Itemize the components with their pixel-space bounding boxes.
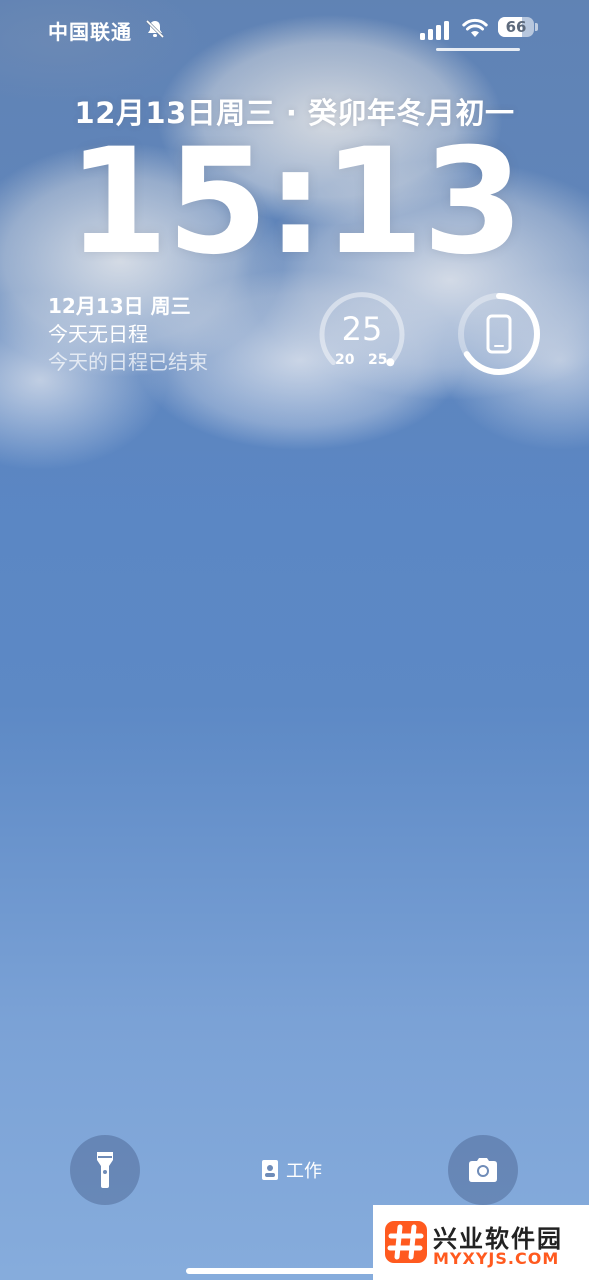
- status-bar: 中国联通 66: [0, 0, 589, 60]
- flashlight-icon: [97, 1152, 113, 1188]
- site-watermark: 兴业软件园 MYXYJS.COM: [373, 1205, 589, 1280]
- status-indicator-line: [436, 48, 520, 51]
- weather-high-temp: 25: [368, 352, 388, 368]
- focus-mode-indicator[interactable]: 工作: [262, 1157, 322, 1183]
- battery-widget[interactable]: [456, 291, 542, 377]
- iphone-icon: [486, 314, 512, 354]
- flashlight-button[interactable]: [70, 1135, 140, 1205]
- calendar-widget-note: 今天的日程已结束: [48, 350, 208, 374]
- battery-ring: [458, 293, 540, 375]
- calendar-widget[interactable]: 12月13日 周三 今天无日程 今天的日程已结束: [48, 292, 288, 376]
- weather-widget[interactable]: 25 20 25: [318, 290, 406, 378]
- home-indicator[interactable]: [186, 1268, 404, 1274]
- calendar-widget-status: 今天无日程: [48, 322, 148, 346]
- watermark-logo: [385, 1221, 427, 1263]
- battery-body: 66: [498, 17, 534, 37]
- battery-percent: 66: [505, 18, 527, 36]
- camera-button[interactable]: [448, 1135, 518, 1205]
- camera-icon: [469, 1158, 497, 1182]
- focus-mode-label: 工作: [286, 1161, 322, 1182]
- weather-current-temp: 25: [341, 310, 383, 348]
- weather-low-temp: 20: [335, 352, 355, 368]
- bell-slash-icon: [145, 19, 165, 39]
- watermark-url: MYXYJS.COM: [433, 1249, 560, 1268]
- id-badge-icon: [262, 1160, 278, 1180]
- calendar-widget-date: 12月13日 周三: [48, 294, 191, 318]
- battery-cap: [535, 23, 538, 31]
- battery-icon: 66: [498, 17, 540, 39]
- lockscreen-clock[interactable]: 15:13: [0, 122, 589, 282]
- wifi-icon: [462, 18, 488, 37]
- carrier-name: 中国联通: [48, 20, 132, 44]
- signal-icon: [420, 21, 449, 40]
